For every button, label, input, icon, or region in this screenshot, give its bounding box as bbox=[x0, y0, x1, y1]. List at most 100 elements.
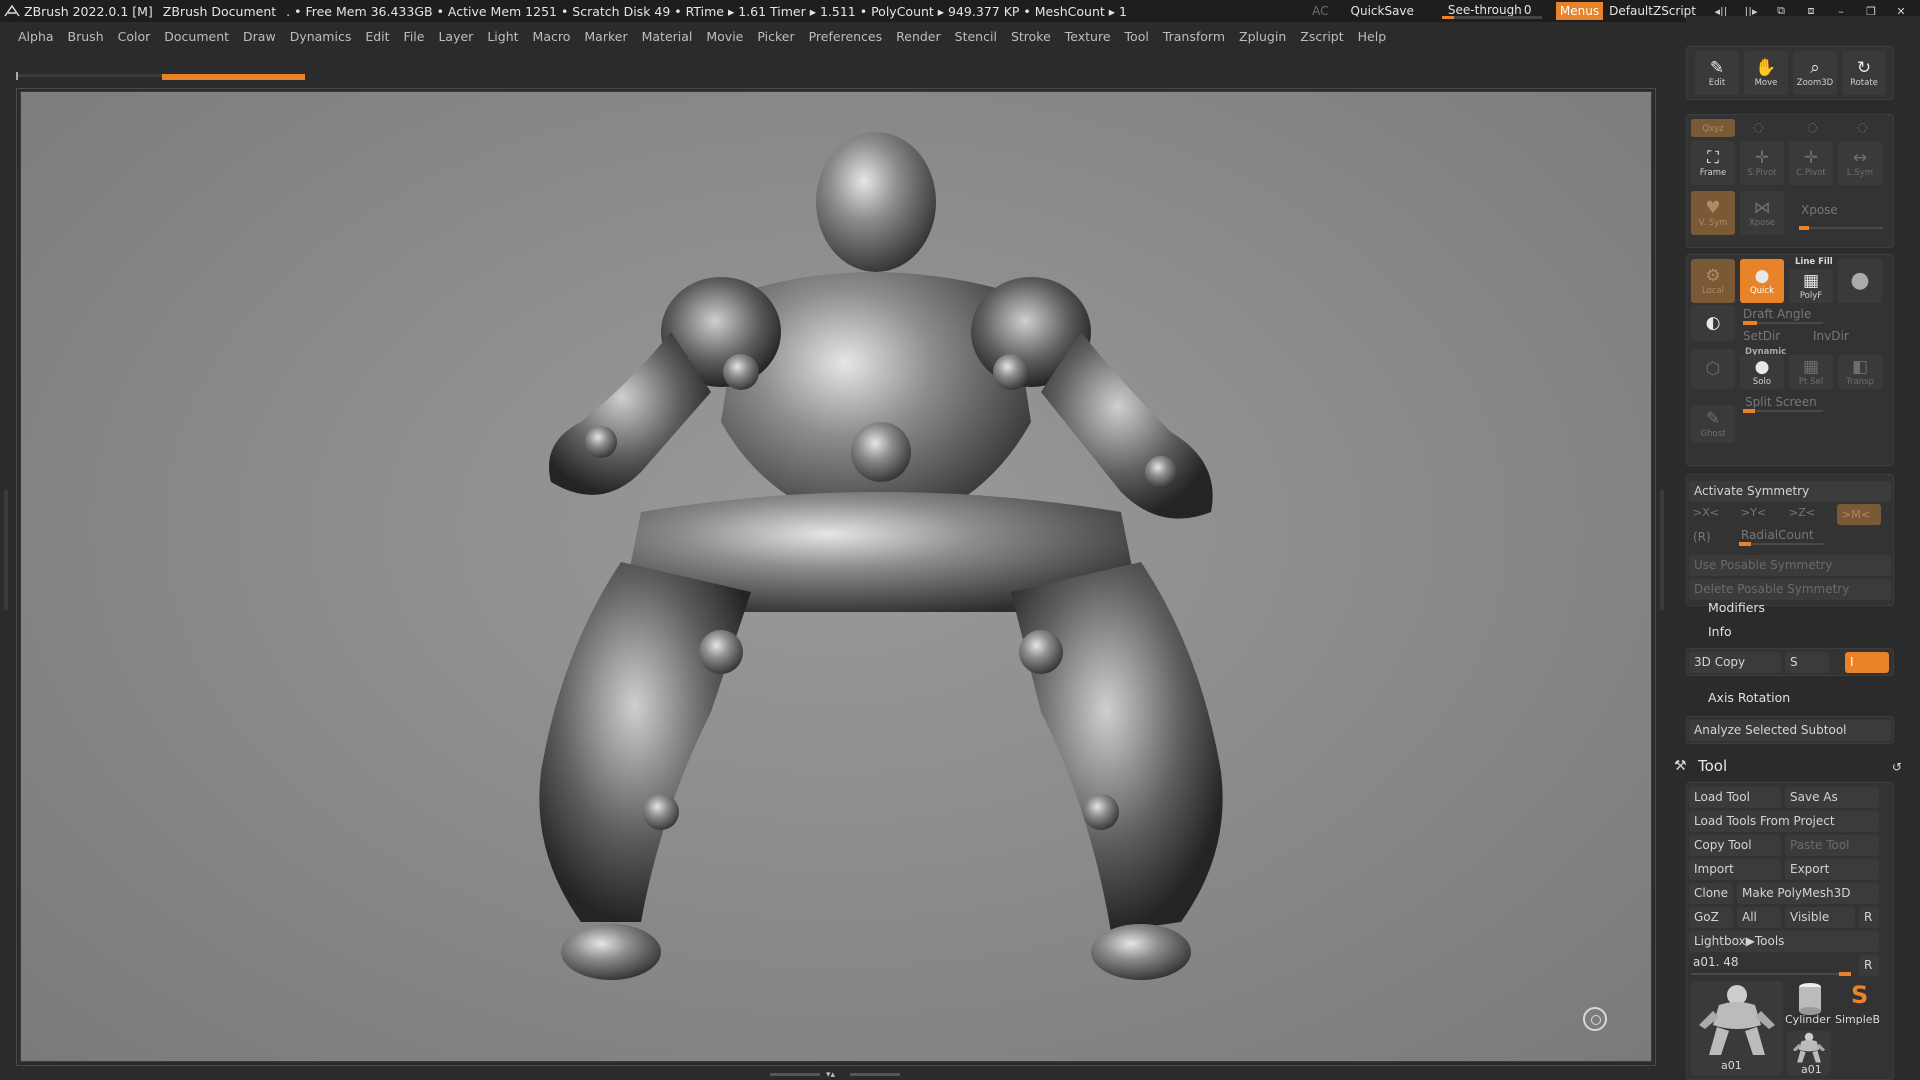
move-button[interactable]: ✋ Move bbox=[1744, 51, 1788, 95]
vsym-button[interactable]: ♥ V. Sym bbox=[1691, 191, 1735, 235]
invdir-button[interactable]: InvDir bbox=[1813, 329, 1849, 343]
split-screen-slider[interactable] bbox=[1743, 409, 1823, 413]
3d-copy-i-button[interactable]: I bbox=[1845, 652, 1889, 673]
local-button[interactable]: ⚙ Local bbox=[1691, 259, 1735, 303]
xyz-button[interactable]: Qxyz bbox=[1691, 119, 1735, 137]
copy-tool-button[interactable]: Copy Tool bbox=[1689, 835, 1781, 856]
ac-toggle[interactable]: AC bbox=[1312, 4, 1328, 18]
sym-z-icon[interactable]: ◌ bbox=[1807, 120, 1817, 134]
menu-draw[interactable]: Draw bbox=[243, 29, 276, 44]
edit-button[interactable]: ✎ Edit bbox=[1695, 51, 1739, 95]
tool-reset-icon[interactable]: ↺ bbox=[1892, 760, 1902, 774]
menu-render[interactable]: Render bbox=[896, 29, 941, 44]
setdir-button[interactable]: SetDir bbox=[1743, 329, 1780, 343]
menu-file[interactable]: File bbox=[404, 29, 425, 44]
menu-help[interactable]: Help bbox=[1358, 29, 1387, 44]
frame-button[interactable]: ⛶ Frame bbox=[1691, 141, 1735, 185]
current-tool-slider[interactable] bbox=[1691, 972, 1851, 976]
contrast-button[interactable]: ◐ bbox=[1691, 305, 1735, 341]
cpivot-button[interactable]: ✛ C.Pivot bbox=[1789, 141, 1833, 185]
export-button[interactable]: Export bbox=[1785, 859, 1879, 880]
sym-z-button[interactable]: >Z< bbox=[1789, 506, 1815, 519]
menu-edit[interactable]: Edit bbox=[365, 29, 389, 44]
bottom-tray-handle[interactable]: ▾▴ bbox=[770, 1070, 900, 1080]
document-canvas[interactable] bbox=[20, 91, 1652, 1062]
menu-marker[interactable]: Marker bbox=[584, 29, 627, 44]
tool-thumb-simplebrush[interactable]: S SimpleB bbox=[1835, 981, 1883, 1027]
lightbox-tools-button[interactable]: Lightbox▶Tools bbox=[1689, 931, 1879, 952]
zoom3d-button[interactable]: ⌕ Zoom3D bbox=[1793, 51, 1837, 95]
quick-button[interactable]: ● Quick bbox=[1740, 259, 1784, 303]
menu-tool[interactable]: Tool bbox=[1125, 29, 1149, 44]
activate-symmetry-button[interactable]: Activate Symmetry bbox=[1689, 481, 1891, 502]
tool-thumb-a01[interactable]: a01 bbox=[1691, 981, 1783, 1075]
cube-button[interactable]: ⬡ bbox=[1691, 349, 1735, 389]
delete-posable-symmetry-button[interactable]: Delete Posable Symmetry bbox=[1689, 579, 1891, 600]
menu-brush[interactable]: Brush bbox=[68, 29, 104, 44]
import-button[interactable]: Import bbox=[1689, 859, 1781, 880]
menu-zplugin[interactable]: Zplugin bbox=[1239, 29, 1286, 44]
analyze-selected-subtool-button[interactable]: Analyze Selected Subtool bbox=[1689, 720, 1891, 741]
menu-picker[interactable]: Picker bbox=[757, 29, 794, 44]
menu-stencil[interactable]: Stencil bbox=[955, 29, 997, 44]
default-zscript-button[interactable]: DefaultZScript bbox=[1609, 4, 1696, 18]
draft-angle-slider[interactable] bbox=[1743, 321, 1823, 325]
make-polymesh3d-button[interactable]: Make PolyMesh3D bbox=[1737, 883, 1879, 904]
menu-transform[interactable]: Transform bbox=[1163, 29, 1225, 44]
spivot-button[interactable]: ✛ S.Pivot bbox=[1740, 141, 1784, 185]
menu-layer[interactable]: Layer bbox=[438, 29, 473, 44]
menu-dynamics[interactable]: Dynamics bbox=[290, 29, 352, 44]
3d-copy-s-button[interactable]: S bbox=[1785, 652, 1829, 673]
left-tray-handle[interactable] bbox=[4, 490, 8, 610]
timeline-strip[interactable] bbox=[16, 72, 1652, 80]
goz-r-button[interactable]: R bbox=[1859, 907, 1879, 928]
rotate-button[interactable]: ↻ Rotate bbox=[1842, 51, 1886, 95]
transp-button[interactable]: ◧ Transp bbox=[1838, 355, 1882, 389]
save-as-button[interactable]: Save As bbox=[1785, 787, 1879, 808]
goz-visible-button[interactable]: Visible bbox=[1785, 907, 1855, 928]
modifiers-section[interactable]: Modifiers bbox=[1708, 600, 1765, 615]
menu-alpha[interactable]: Alpha bbox=[18, 29, 54, 44]
orientation-gizmo-icon[interactable] bbox=[1583, 1007, 1607, 1031]
ghost-button[interactable]: ✎ Ghost bbox=[1691, 405, 1735, 443]
ptsel-button[interactable]: ▦ Pt Sel bbox=[1789, 355, 1833, 389]
3d-copy-button[interactable]: 3D Copy bbox=[1689, 652, 1781, 673]
sym-x-button[interactable]: >X< bbox=[1693, 506, 1719, 519]
tool-thumb-cylinder[interactable]: Cylinder bbox=[1785, 981, 1833, 1027]
sym-m-button[interactable]: >M< bbox=[1837, 504, 1881, 525]
xpose-slider[interactable] bbox=[1799, 226, 1883, 230]
info-section[interactable]: Info bbox=[1708, 624, 1732, 639]
xpose-button[interactable]: ⋈ Xpose bbox=[1740, 191, 1784, 235]
axis-rotation-section[interactable]: Axis Rotation bbox=[1708, 690, 1790, 705]
load-tools-from-project-button[interactable]: Load Tools From Project bbox=[1689, 811, 1879, 832]
menu-stroke[interactable]: Stroke bbox=[1011, 29, 1051, 44]
polyf-button[interactable]: ▦ PolyF bbox=[1789, 269, 1833, 303]
clone-button[interactable]: Clone bbox=[1689, 883, 1733, 904]
menu-preferences[interactable]: Preferences bbox=[809, 29, 883, 44]
goz-all-button[interactable]: All bbox=[1737, 907, 1781, 928]
tool-hammer-icon[interactable]: ⚒ bbox=[1674, 758, 1687, 774]
paste-tool-button[interactable]: Paste Tool bbox=[1785, 835, 1879, 856]
solo-button[interactable]: ● Solo bbox=[1740, 355, 1784, 389]
radial-r-button[interactable]: (R) bbox=[1693, 530, 1711, 544]
menu-material[interactable]: Material bbox=[642, 29, 693, 44]
load-tool-button[interactable]: Load Tool bbox=[1689, 787, 1781, 808]
material-sphere-button[interactable]: ● bbox=[1838, 259, 1882, 303]
menu-document[interactable]: Document bbox=[164, 29, 229, 44]
menu-texture[interactable]: Texture bbox=[1065, 29, 1111, 44]
menus-button[interactable]: Menus bbox=[1555, 2, 1604, 20]
menu-movie[interactable]: Movie bbox=[706, 29, 743, 44]
sym-m-icon[interactable]: ◌ bbox=[1857, 120, 1867, 134]
right-tray-handle[interactable] bbox=[1660, 490, 1664, 610]
menu-light[interactable]: Light bbox=[487, 29, 518, 44]
see-through-slider[interactable]: See-through 0 bbox=[1440, 2, 1550, 20]
tool-thumb-a01-small[interactable]: a01 bbox=[1787, 1031, 1831, 1076]
menu-zscript[interactable]: Zscript bbox=[1300, 29, 1343, 44]
lsym-button[interactable]: ↔ L.Sym bbox=[1838, 141, 1882, 185]
mech-model-image[interactable] bbox=[21, 92, 1652, 1062]
use-posable-symmetry-button[interactable]: Use Posable Symmetry bbox=[1689, 555, 1891, 576]
tool-palette-title[interactable]: Tool bbox=[1698, 757, 1727, 775]
sym-y-button[interactable]: >Y< bbox=[1741, 506, 1766, 519]
menu-color[interactable]: Color bbox=[118, 29, 151, 44]
sym-y-icon[interactable]: ◌ bbox=[1753, 120, 1763, 134]
